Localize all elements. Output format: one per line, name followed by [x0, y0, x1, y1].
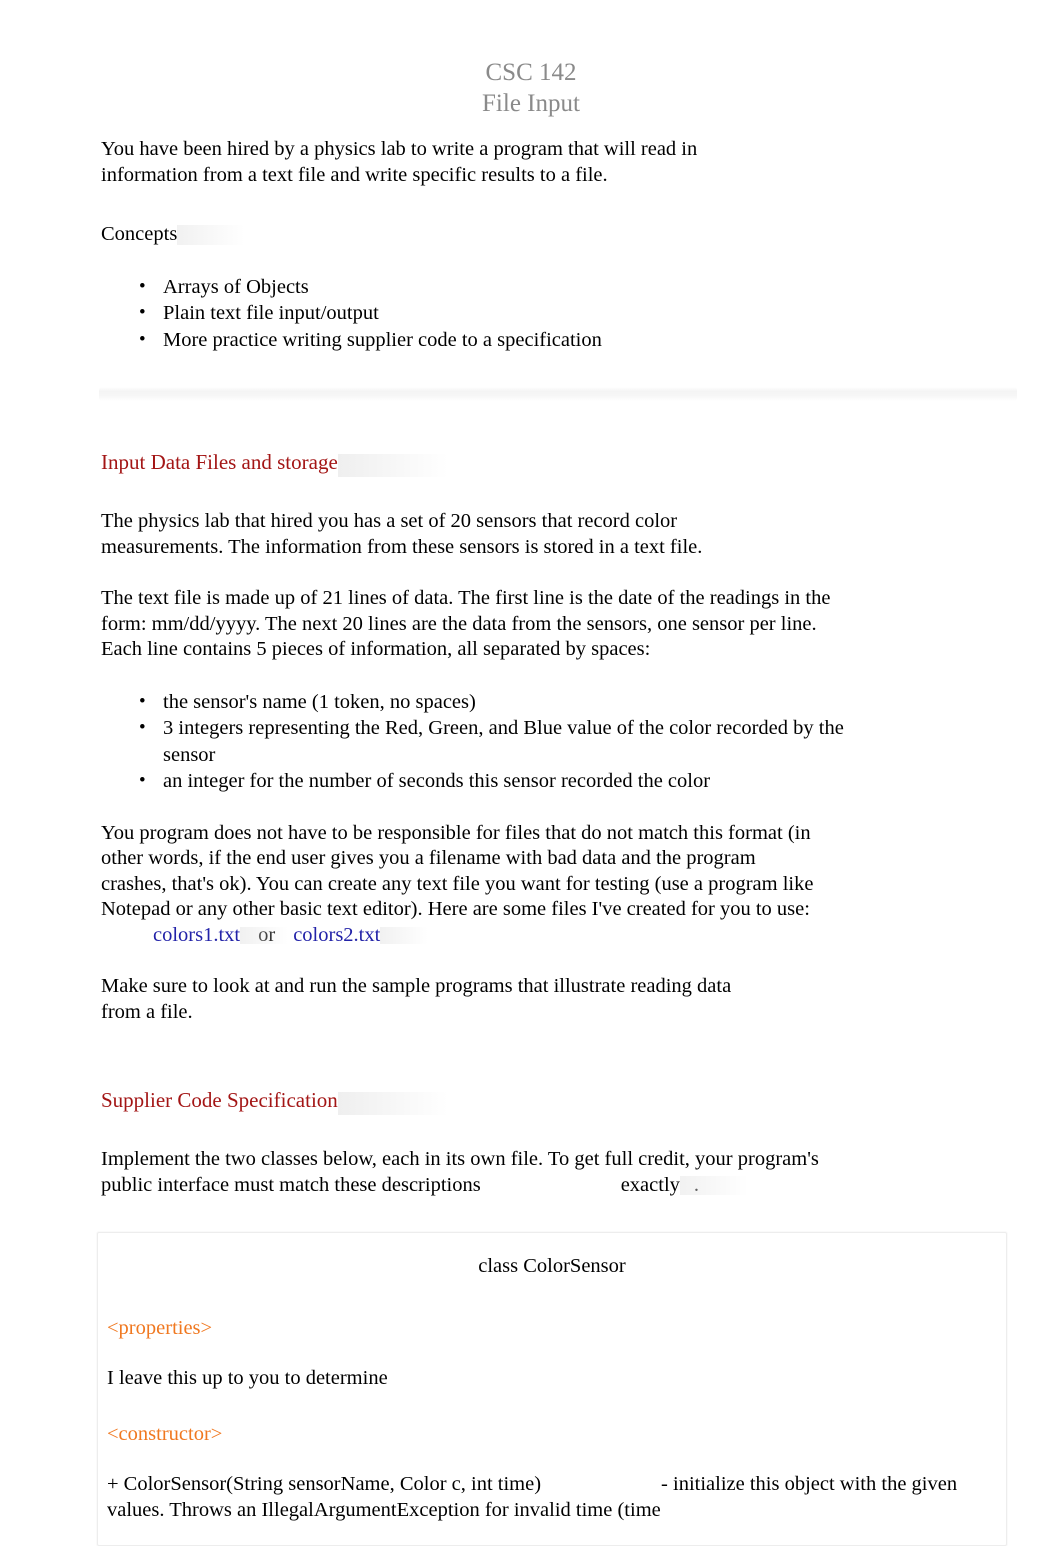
- class-spec-body: <properties> I leave this up to you to d…: [98, 1315, 1006, 1523]
- intro-paragraph: You have been hired by a physics lab to …: [101, 138, 698, 186]
- page-title: CSC 142: [485, 59, 577, 86]
- concepts-list: Arrays of Objects Plain text file input/…: [101, 274, 1022, 354]
- constructor-tag: <constructor>: [107, 1423, 223, 1445]
- section-divider: [99, 387, 1017, 401]
- link-colors2-txt[interactable]: colors2.txt: [293, 924, 380, 946]
- properties-description: I leave this up to you to determine: [107, 1367, 388, 1389]
- input-paragraph-2: The text file is made up of 21 lines of …: [101, 587, 831, 660]
- list-item: an integer for the number of seconds thi…: [101, 768, 863, 795]
- link-colors1-txt[interactable]: colors1.txt: [153, 924, 240, 946]
- properties-tag: <properties>: [107, 1317, 213, 1339]
- input-paragraph-3: You program does not have to be responsi…: [101, 821, 823, 949]
- class-spec-title: class ColorSensor: [478, 1255, 626, 1277]
- class-spec-box: class ColorSensor <properties> I leave t…: [97, 1232, 1007, 1546]
- input-paragraph-3-text: You program does not have to be responsi…: [101, 821, 814, 921]
- constructor-entry: + ColorSensor(String sensorName, Color c…: [107, 1471, 987, 1523]
- document-body: You have been hired by a physics lab to …: [99, 119, 1022, 1232]
- file-format-list: the sensor's name (1 token, no spaces) 3…: [101, 689, 1022, 795]
- supplier-paragraph-period: .: [693, 1173, 700, 1196]
- supplier-paragraph-text: Implement the two classes below, each in…: [101, 1148, 819, 1196]
- concepts-heading-row: Concepts: [101, 222, 1022, 248]
- section-heading-supplier-code: Supplier Code Specification: [101, 1088, 448, 1115]
- supplier-paragraph: Implement the two classes below, each in…: [101, 1147, 861, 1198]
- link-separator: or: [258, 923, 276, 946]
- document-header: CSC 142 File Input: [0, 0, 1062, 119]
- list-item: 3 integers representing the Red, Green, …: [101, 715, 863, 768]
- list-item: Arrays of Objects: [101, 274, 1022, 301]
- input-paragraph-4: Make sure to look at and run the sample …: [101, 975, 732, 1023]
- section-heading-input-data: Input Data Files and storage: [101, 450, 448, 477]
- page-subtitle: File Input: [482, 90, 580, 117]
- list-item: More practice writing supplier code to a…: [101, 327, 1022, 354]
- input-paragraph-1: The physics lab that hired you has a set…: [101, 510, 703, 558]
- concepts-heading: Concepts: [101, 222, 246, 248]
- constructor-signature: + ColorSensor(String sensorName, Color c…: [107, 1473, 542, 1495]
- document-page: CSC 142 File Input You have been hired b…: [0, 0, 1062, 1546]
- list-item: the sensor's name (1 token, no spaces): [101, 689, 863, 716]
- list-item: Plain text file input/output: [101, 300, 1022, 327]
- emphasis-exactly: exactly: [621, 1173, 749, 1199]
